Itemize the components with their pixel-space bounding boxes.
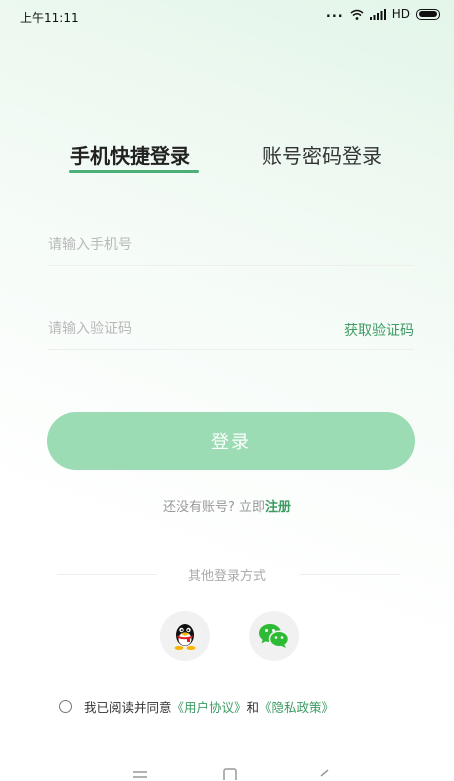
agreement-prefix: 我已阅读并同意 (84, 700, 172, 715)
status-icons: ... HD (326, 7, 440, 21)
menu-icon[interactable] (132, 768, 148, 780)
network-type: HD (391, 7, 410, 21)
tab-phone-login[interactable]: 手机快捷登录 (70, 140, 190, 169)
user-agreement-link[interactable]: 《用户协议》 (172, 700, 247, 715)
get-code-button[interactable]: 获取验证码 (344, 320, 414, 340)
register-link[interactable]: 注册 (265, 500, 291, 515)
divider-right (300, 574, 400, 575)
wifi-icon (350, 9, 364, 20)
wechat-login-button[interactable] (249, 611, 299, 661)
tab-password-login[interactable]: 账号密码登录 (262, 140, 382, 169)
phone-input[interactable] (48, 225, 414, 266)
wechat-icon (259, 624, 290, 648)
privacy-policy-link[interactable]: 《隐私政策》 (259, 700, 334, 715)
home-icon[interactable] (223, 768, 237, 780)
login-button[interactable]: 登录 (47, 412, 415, 470)
more-dots: ... (325, 6, 344, 21)
active-tab-indicator (69, 170, 199, 173)
status-time: 上午11:11 (20, 11, 79, 25)
signal-icon (369, 8, 386, 20)
agreement-radio[interactable] (59, 700, 72, 713)
system-nav-bar (0, 750, 454, 781)
qq-login-button[interactable] (160, 611, 210, 661)
agreement-text: 我已阅读并同意《用户协议》和《隐私政策》 (84, 697, 334, 716)
battery-icon (416, 8, 440, 20)
register-prompt: 还没有账号? 立即 (162, 500, 266, 515)
register-line: 还没有账号? 立即注册 (0, 496, 454, 515)
agreement-and: 和 (246, 700, 260, 715)
qq-penguin-icon (174, 624, 196, 650)
back-icon[interactable] (318, 768, 330, 780)
